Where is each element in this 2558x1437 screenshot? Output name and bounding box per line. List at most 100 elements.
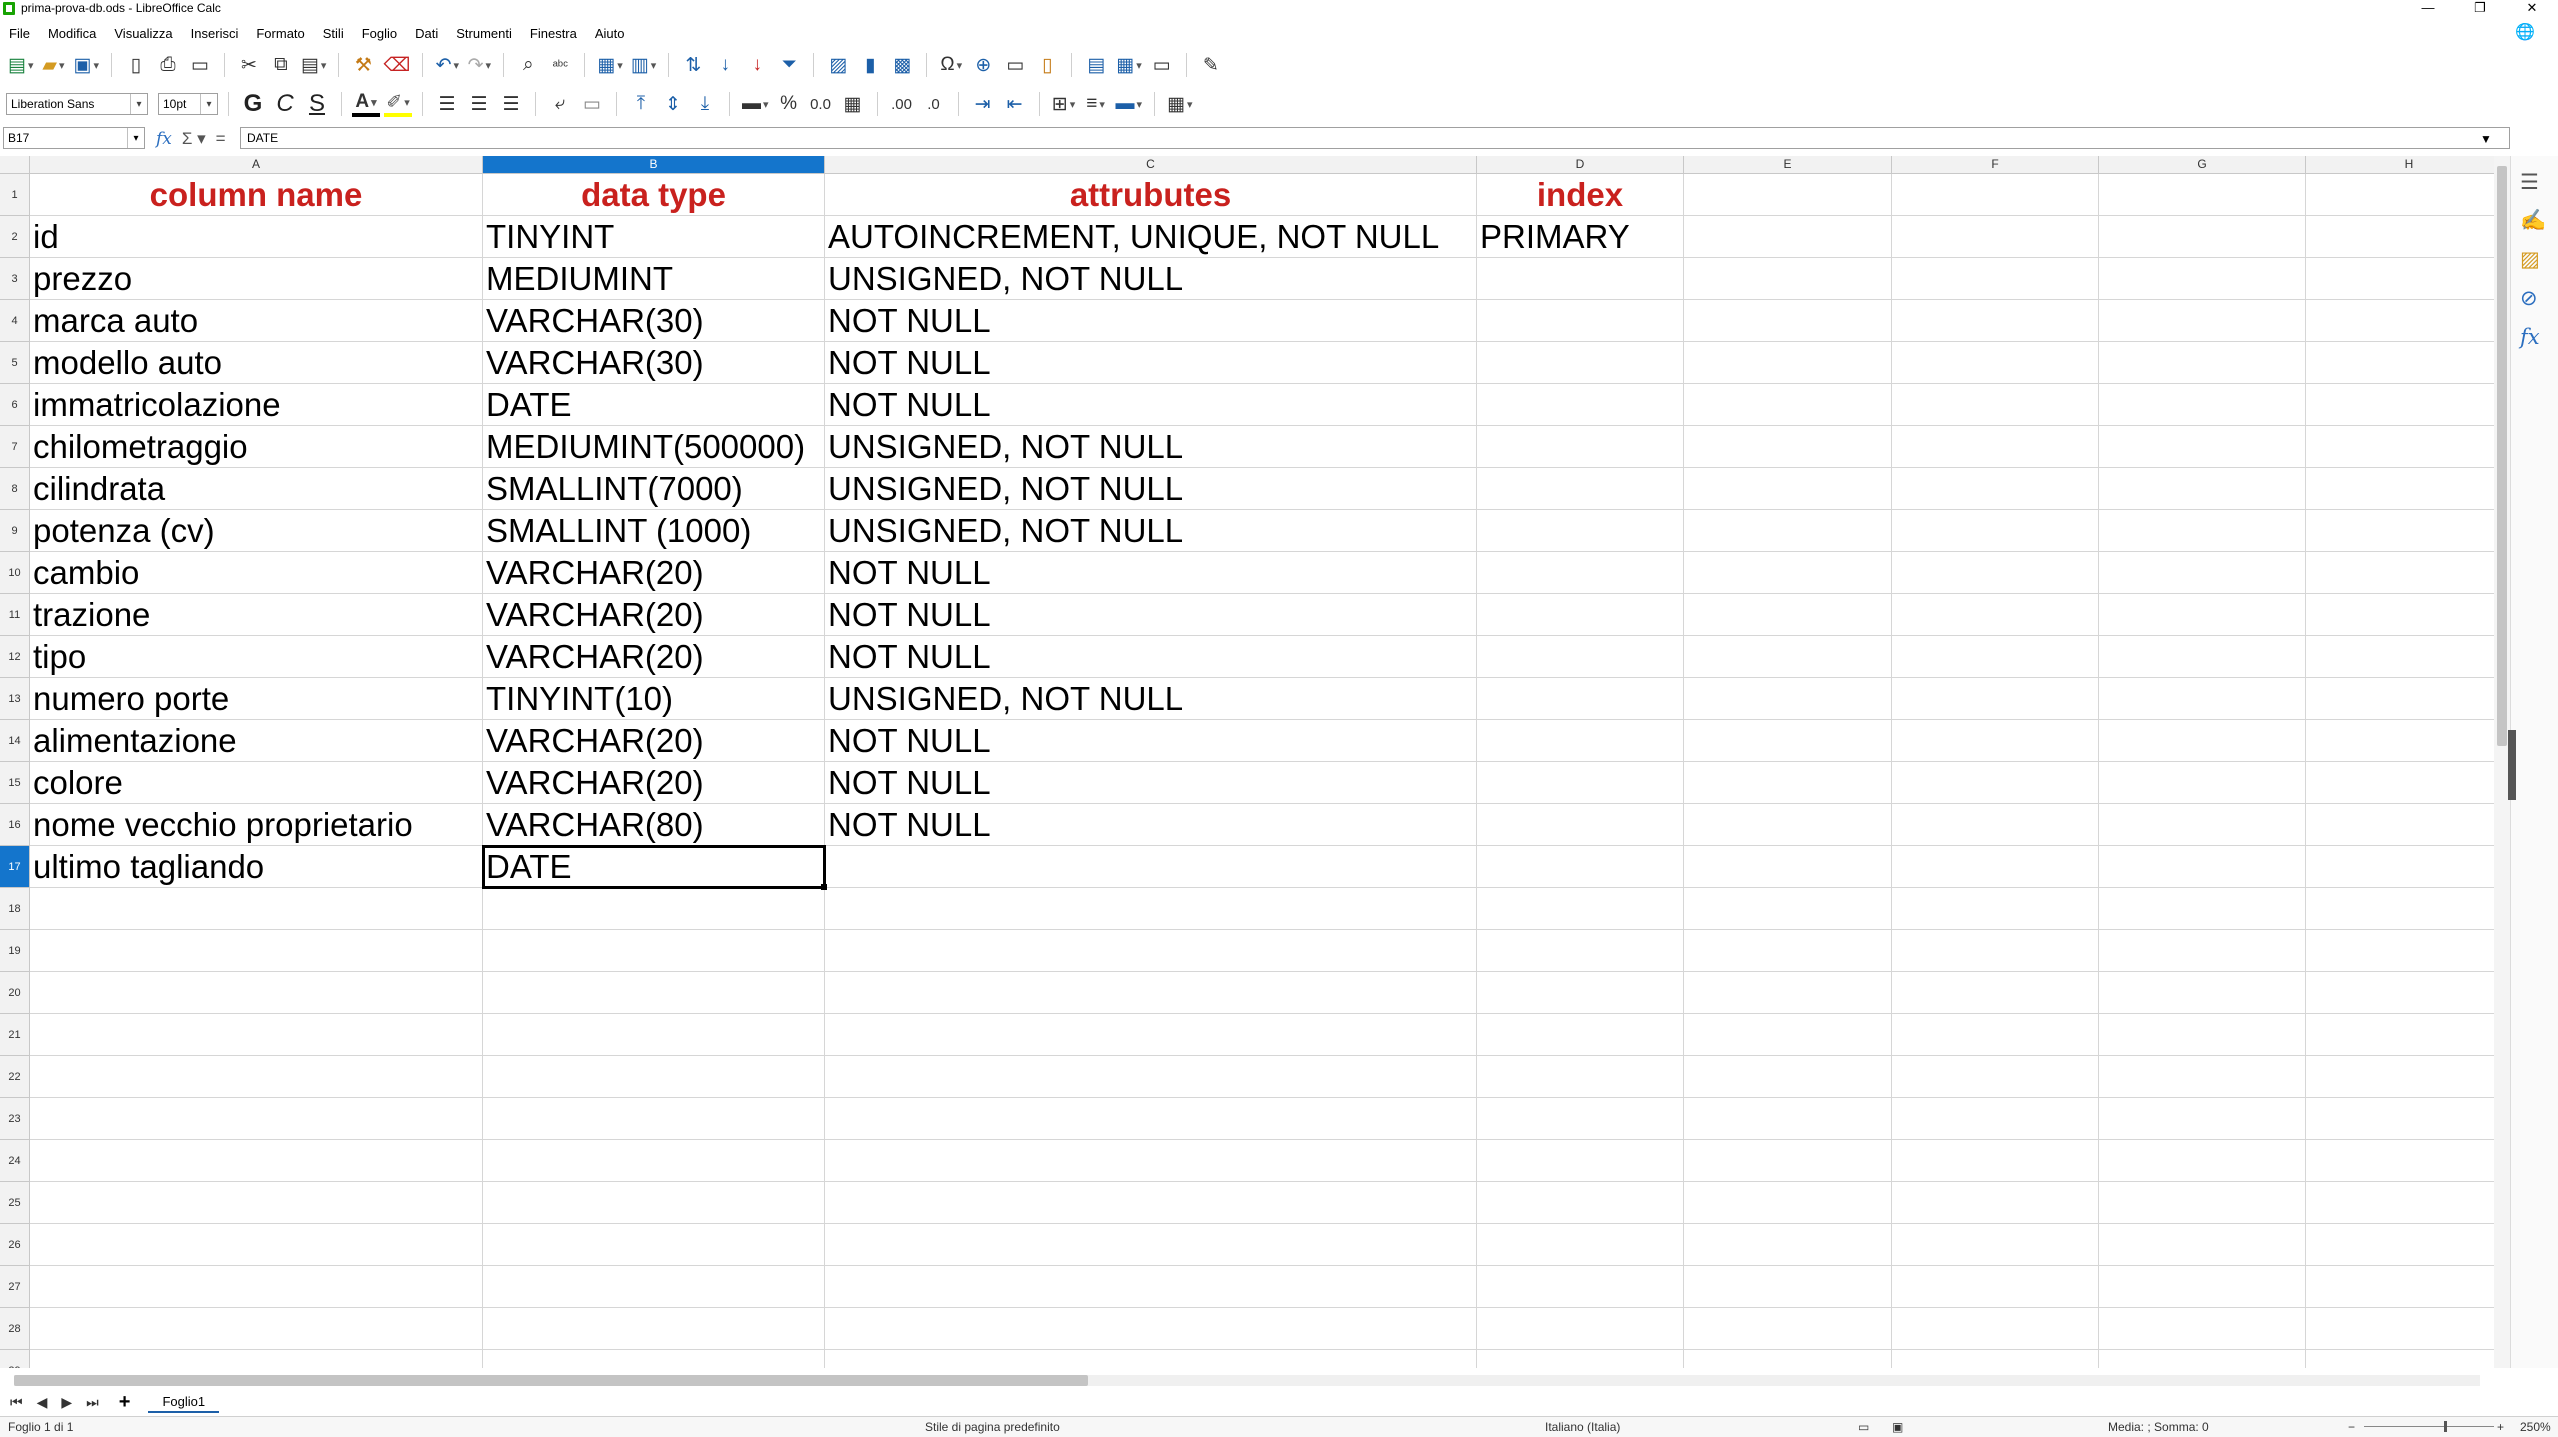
empty-cell[interactable] [1477,888,1684,930]
row-header[interactable]: 20 [0,972,30,1014]
empty-cell[interactable] [1684,1182,1892,1224]
empty-cell[interactable] [1684,1140,1892,1182]
pivot-table-icon[interactable]: ▩ [888,52,916,78]
table-cell[interactable]: VARCHAR(30) [483,300,825,342]
menu-file[interactable]: File [0,26,39,41]
empty-cell[interactable] [1684,384,1892,426]
empty-cell[interactable] [825,1098,1477,1140]
navigator-icon[interactable]: ⊘ [2520,286,2546,311]
table-cell[interactable]: cambio [30,552,483,594]
decrease-indent-icon[interactable]: ⇤ [1001,91,1029,117]
table-cell[interactable]: NOT NULL [825,804,1477,846]
menu-modifica[interactable]: Modifica [39,26,105,41]
table-cell[interactable] [825,846,1477,888]
table-cell[interactable]: NOT NULL [825,720,1477,762]
table-cell[interactable]: nome vecchio proprietario [30,804,483,846]
font-color-icon[interactable]: A [352,91,380,117]
empty-cell[interactable] [483,1098,825,1140]
add-decimal-icon[interactable]: .00 [888,91,916,117]
empty-cell[interactable] [2099,1014,2306,1056]
empty-cell[interactable] [2099,1182,2306,1224]
zoom-level[interactable]: 250% [2520,1420,2551,1434]
table-cell[interactable]: VARCHAR(20) [483,762,825,804]
add-sheet-icon[interactable]: + [119,1391,131,1414]
empty-cell[interactable] [30,1140,483,1182]
show-draw-functions-icon[interactable]: ✎ [1197,52,1225,78]
row-header[interactable]: 19 [0,930,30,972]
empty-cell[interactable] [1892,258,2099,300]
print-preview-icon[interactable]: ▭ [186,52,214,78]
table-cell[interactable]: chilometraggio [30,426,483,468]
properties-icon[interactable]: ☰ [2520,170,2546,195]
empty-cell[interactable] [1477,1350,1684,1368]
empty-cell[interactable] [1684,594,1892,636]
highlight-color-icon[interactable]: ✐ [384,91,412,117]
table-cell[interactable]: NOT NULL [825,300,1477,342]
empty-cell[interactable] [1892,930,2099,972]
empty-cell[interactable] [2099,1098,2306,1140]
table-cell[interactable]: id [30,216,483,258]
row-header[interactable]: 25 [0,1182,30,1224]
table-cell[interactable] [1477,510,1684,552]
sheet-tab-foglio1[interactable]: Foglio1 [148,1391,220,1413]
empty-cell[interactable] [483,888,825,930]
table-cell[interactable]: VARCHAR(20) [483,636,825,678]
empty-cell[interactable] [2306,468,2494,510]
empty-cell[interactable] [483,1014,825,1056]
table-cell[interactable]: potenza (cv) [30,510,483,552]
empty-cell[interactable] [1684,804,1892,846]
empty-cell[interactable] [1892,1224,2099,1266]
table-cell[interactable]: NOT NULL [825,636,1477,678]
table-cell[interactable]: UNSIGNED, NOT NULL [825,510,1477,552]
table-cell[interactable] [1477,258,1684,300]
empty-cell[interactable] [2306,1014,2494,1056]
date-format-icon[interactable]: ▦ [839,91,867,117]
empty-cell[interactable] [30,930,483,972]
comment-icon[interactable]: ▭ [1001,52,1029,78]
table-cell[interactable]: NOT NULL [825,762,1477,804]
border-color-icon[interactable]: ▬ [1114,91,1145,117]
name-box[interactable]: B17 ▾ [3,127,145,149]
restore-button[interactable]: ❐ [2454,0,2506,16]
center-vertically-icon[interactable]: ⇕ [659,91,687,117]
empty-cell[interactable] [2099,552,2306,594]
empty-cell[interactable] [1684,678,1892,720]
empty-cell[interactable] [1684,1056,1892,1098]
paste-icon[interactable]: ▤ [299,52,328,78]
table-cell[interactable]: NOT NULL [825,342,1477,384]
italic-button[interactable]: C [271,90,299,117]
empty-cell[interactable] [1892,426,2099,468]
empty-cell[interactable] [483,1266,825,1308]
table-cell[interactable]: MEDIUMINT(500000) [483,426,825,468]
gallery-icon[interactable]: ▨ [2520,247,2546,272]
empty-cell[interactable] [1892,1056,2099,1098]
empty-cell[interactable] [2099,636,2306,678]
empty-cell[interactable] [825,1350,1477,1368]
formula-input[interactable]: DATE [240,127,2510,149]
empty-cell[interactable] [1892,1350,2099,1368]
empty-cell[interactable] [2306,1140,2494,1182]
empty-cell[interactable] [1477,930,1684,972]
empty-cell[interactable] [2306,972,2494,1014]
row-header[interactable]: 16 [0,804,30,846]
freeze-rows-columns-icon[interactable]: ▦ [1114,52,1143,78]
language[interactable]: Italiano (Italia) [1545,1420,1620,1434]
empty-cell[interactable] [1892,594,2099,636]
empty-cell[interactable] [483,1140,825,1182]
table-cell[interactable]: UNSIGNED, NOT NULL [825,678,1477,720]
row-icon[interactable]: ▦ [595,52,624,78]
empty-cell[interactable] [1892,1014,2099,1056]
previous-sheet-icon[interactable]: ◀ [37,1394,48,1411]
font-name-combo[interactable]: Liberation Sans ▾ [6,93,148,115]
menu-formato[interactable]: Formato [247,26,313,41]
empty-cell[interactable] [1892,174,2099,216]
empty-cell[interactable] [1892,636,2099,678]
empty-cell[interactable] [483,930,825,972]
empty-cell[interactable] [1684,216,1892,258]
table-cell[interactable]: tipo [30,636,483,678]
sort-ascending-icon[interactable]: ↓ [711,52,739,78]
functions-icon[interactable]: fx [2520,325,2546,349]
row-header[interactable]: 10 [0,552,30,594]
table-cell[interactable]: VARCHAR(30) [483,342,825,384]
table-cell[interactable]: trazione [30,594,483,636]
